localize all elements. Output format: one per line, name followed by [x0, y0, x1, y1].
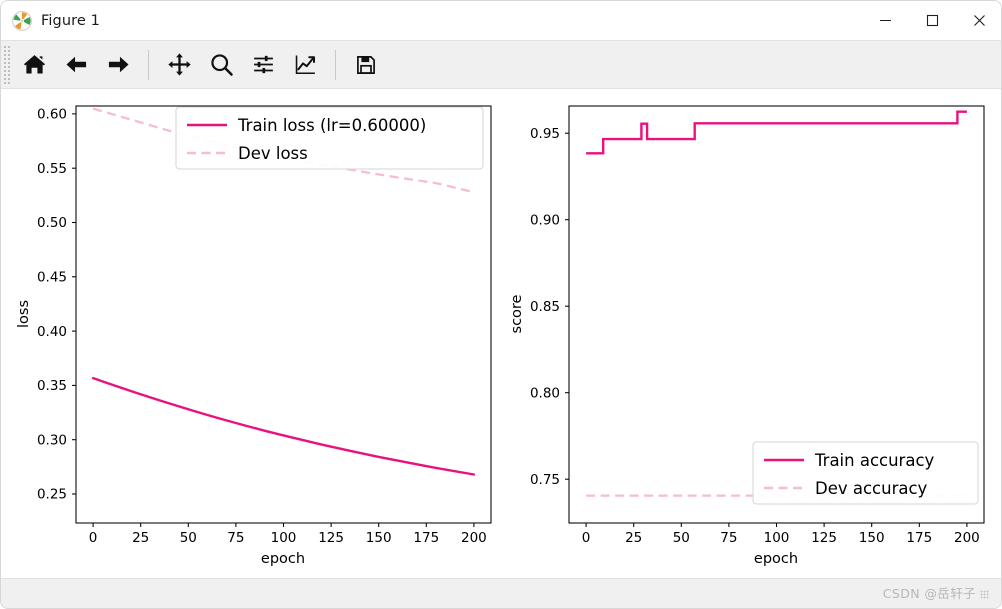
- matplotlib-logo-icon: [11, 10, 33, 32]
- svg-text:175: 175: [906, 530, 932, 546]
- figure-window: Figure 1 0.60 0.55 0.50 0.45 0.40 0.35 0…: [0, 0, 1002, 609]
- figure-canvas[interactable]: 0.60 0.55 0.50 0.45 0.40 0.35 0.30 0.25: [1, 90, 1001, 580]
- svg-text:0.75: 0.75: [530, 472, 560, 488]
- svg-text:0.85: 0.85: [530, 299, 560, 315]
- loss-legend-label-dev: Dev loss: [238, 144, 308, 163]
- svg-text:50: 50: [180, 530, 197, 546]
- svg-text:0.40: 0.40: [37, 324, 67, 340]
- save-floppy-icon[interactable]: [345, 44, 387, 86]
- svg-text:25: 25: [625, 530, 642, 546]
- svg-text:0: 0: [89, 530, 98, 546]
- svg-text:0.95: 0.95: [530, 126, 560, 142]
- edit-curve-icon[interactable]: [284, 44, 326, 86]
- svg-text:100: 100: [271, 530, 297, 546]
- svg-text:200: 200: [954, 530, 980, 546]
- score-plot-xlabel: epoch: [754, 551, 798, 567]
- score-legend-label-train: Train accuracy: [814, 451, 935, 470]
- window-controls: [862, 1, 1001, 40]
- svg-text:100: 100: [764, 530, 790, 546]
- matplotlib-figure: 0.60 0.55 0.50 0.45 0.40 0.35 0.30 0.25: [1, 90, 1001, 580]
- navigation-toolbar: [1, 40, 1001, 89]
- svg-text:200: 200: [461, 530, 487, 546]
- svg-text:0: 0: [582, 530, 591, 546]
- home-icon[interactable]: [13, 44, 55, 86]
- svg-text:50: 50: [673, 530, 690, 546]
- watermark: CSDN @岳轩子: [883, 583, 989, 602]
- svg-text:0.25: 0.25: [37, 487, 67, 503]
- loss-plot-x-ticklabels: 0 25 50 75 100 125 150 175 200: [89, 530, 487, 546]
- watermark-text: CSDN @岳轩子: [882, 586, 976, 601]
- svg-text:175: 175: [413, 530, 439, 546]
- subplot-config-icon[interactable]: [242, 44, 284, 86]
- back-arrow-icon[interactable]: [55, 44, 97, 86]
- loss-plot: 0.60 0.55 0.50 0.45 0.40 0.35 0.30 0.25: [16, 105, 492, 567]
- window-title-bar: Figure 1: [1, 1, 1001, 40]
- close-button[interactable]: [956, 1, 1001, 40]
- svg-text:150: 150: [366, 530, 392, 546]
- status-bar: CSDN @岳轩子: [1, 578, 1001, 608]
- svg-text:0.90: 0.90: [530, 212, 560, 228]
- toolbar-separator: [335, 49, 336, 80]
- toolbar-separator: [148, 49, 149, 80]
- svg-text:0.55: 0.55: [37, 161, 67, 177]
- svg-text:25: 25: [132, 530, 149, 546]
- loss-legend-label-train: Train loss (lr=0.60000): [237, 116, 426, 135]
- svg-text:0.30: 0.30: [37, 432, 67, 448]
- score-legend-label-dev: Dev accuracy: [815, 479, 928, 498]
- loss-plot-legend: Train loss (lr=0.60000) Dev loss: [175, 106, 484, 170]
- svg-text:0.45: 0.45: [37, 270, 67, 286]
- svg-text:0.60: 0.60: [37, 107, 67, 123]
- minimize-button[interactable]: [862, 1, 909, 40]
- score-plot: 0.95 0.90 0.85 0.80 0.75 0 25 50 75 100 …: [509, 105, 985, 567]
- svg-text:125: 125: [318, 530, 344, 546]
- svg-text:0.50: 0.50: [37, 215, 67, 231]
- toolbar-grip[interactable]: [3, 44, 11, 85]
- loss-plot-xlabel: epoch: [261, 551, 305, 567]
- window-title: Figure 1: [41, 12, 100, 29]
- score-plot-ylabel: score: [509, 294, 525, 333]
- watermark-grid-icon: [980, 590, 989, 599]
- score-plot-legend: Train accuracy Dev accuracy: [752, 441, 979, 505]
- svg-text:150: 150: [859, 530, 885, 546]
- svg-text:0.80: 0.80: [530, 385, 560, 401]
- score-plot-x-ticklabels: 0 25 50 75 100 125 150 175 200: [582, 530, 980, 546]
- forward-arrow-icon[interactable]: [97, 44, 139, 86]
- svg-text:0.35: 0.35: [37, 378, 67, 394]
- pan-move-icon[interactable]: [158, 44, 200, 86]
- svg-text:125: 125: [811, 530, 837, 546]
- loss-plot-ylabel: loss: [16, 300, 32, 328]
- svg-text:75: 75: [227, 530, 244, 546]
- svg-text:75: 75: [720, 530, 737, 546]
- maximize-button[interactable]: [909, 1, 956, 40]
- zoom-magnifier-icon[interactable]: [200, 44, 242, 86]
